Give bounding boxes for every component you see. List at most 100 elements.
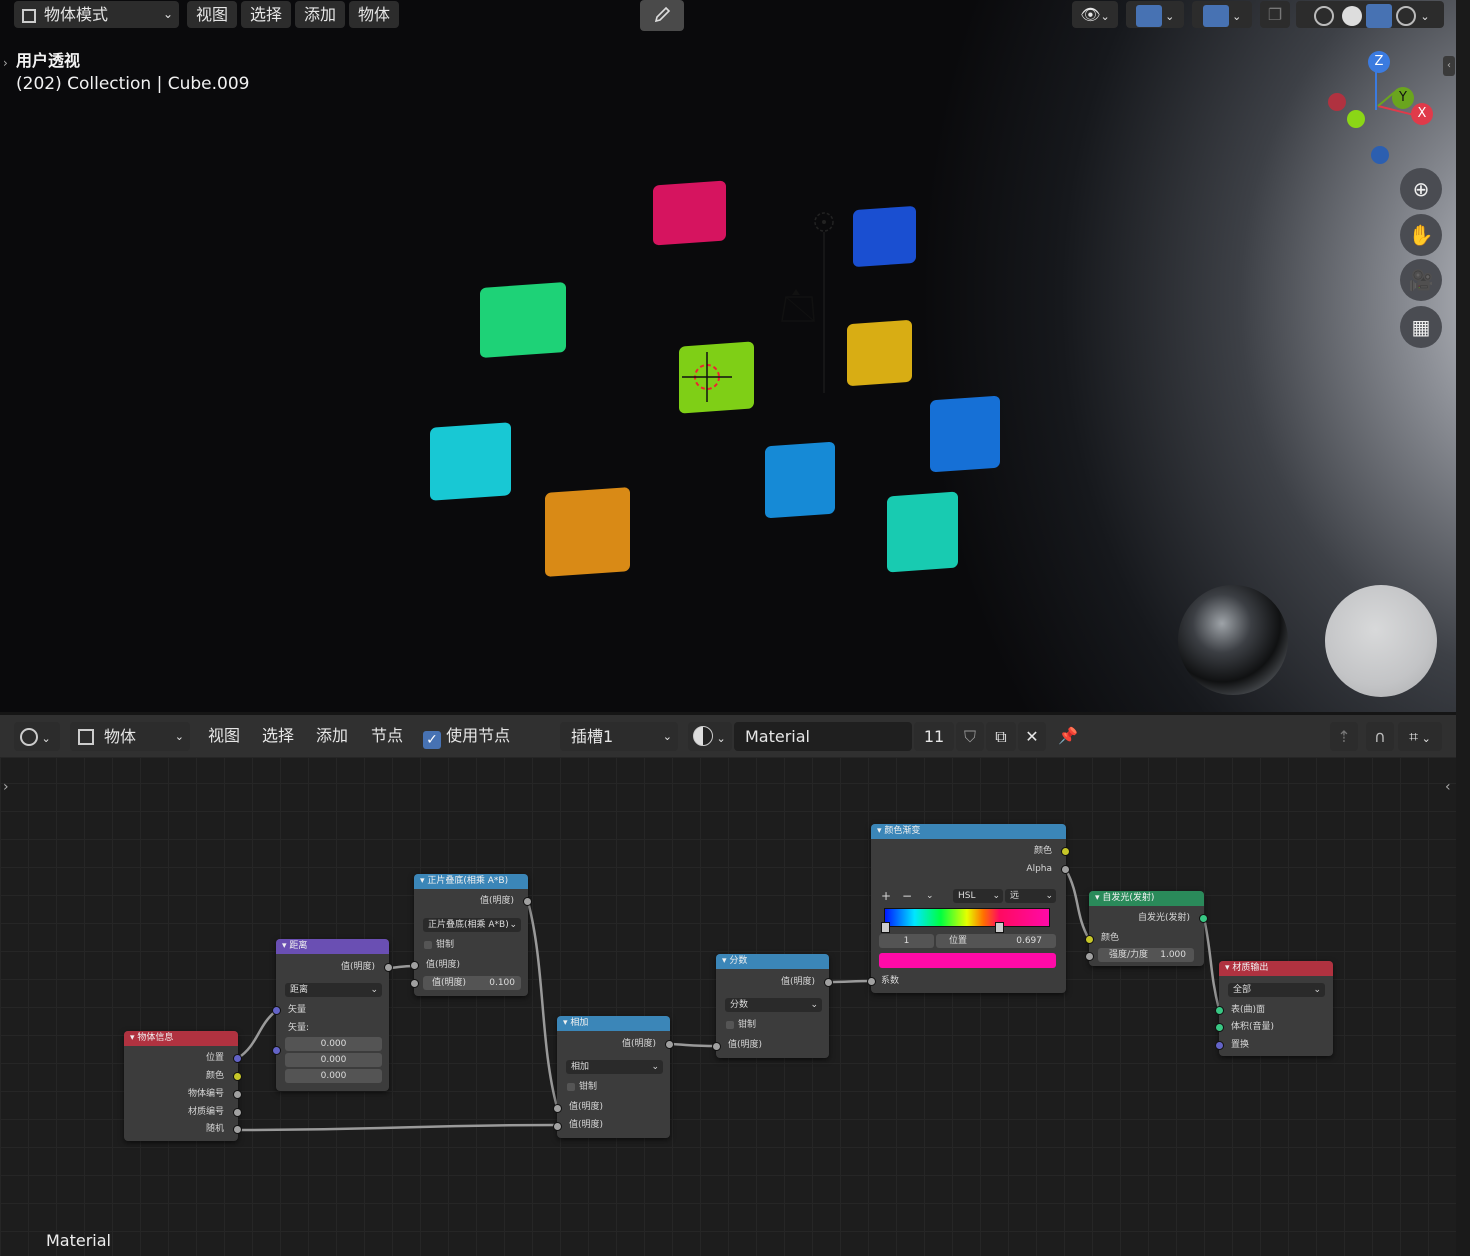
clamp-checkbox[interactable] (567, 1083, 575, 1091)
camera-view-button[interactable]: 🎥 (1400, 259, 1442, 301)
ramp-menu-chevron-icon[interactable]: ⌄ (926, 889, 934, 903)
vector-z-field[interactable]: 0.000 (285, 1069, 382, 1083)
node-header[interactable]: ▾ 分数 (716, 954, 829, 969)
input-socket[interactable] (410, 979, 419, 988)
node-header[interactable]: ▾ 材质输出 (1219, 961, 1333, 976)
output-socket[interactable] (233, 1072, 242, 1081)
cube-teal[interactable] (887, 491, 958, 573)
node-header[interactable]: ▾ 正片叠底(相乘 A*B) (414, 874, 528, 889)
output-socket[interactable] (233, 1054, 242, 1063)
input-socket[interactable] (553, 1104, 562, 1113)
output-socket[interactable] (824, 978, 833, 987)
gizmo-neg-z-axis[interactable] (1371, 146, 1389, 164)
node-header[interactable]: ▾ 相加 (557, 1016, 670, 1031)
target-dropdown[interactable]: 全部 ⌄ (1228, 983, 1325, 997)
vector-x-field[interactable]: 0.000 (285, 1037, 382, 1051)
operation-dropdown[interactable]: 相加 ⌄ (566, 1060, 663, 1074)
gizmo-x-axis[interactable]: X (1411, 103, 1433, 125)
operation-dropdown[interactable]: 距离 ⌄ (285, 983, 382, 997)
color-ramp-gradient[interactable] (884, 908, 1050, 927)
input-socket[interactable] (867, 977, 876, 986)
ortho-toggle-button[interactable]: ▦ (1400, 306, 1442, 348)
input-socket[interactable] (272, 1006, 281, 1015)
operation-dropdown[interactable]: 分数 ⌄ (725, 998, 822, 1012)
menu-object[interactable]: 物体 (349, 1, 399, 28)
3d-viewport[interactable]: 物体模式 ⌄ 视图 选择 添加 物体 👁⌄ ⌄ ⌄ ❐ ⌄ › 用户透视 (202… (0, 0, 1456, 712)
add-stop-button[interactable]: + (881, 889, 891, 903)
node-header[interactable]: ▾ 物体信息 (124, 1031, 238, 1046)
stop-position-field[interactable]: 位置 0.697 (936, 934, 1056, 948)
cube-azure[interactable] (930, 395, 1000, 473)
node-multiply[interactable]: ▾ 正片叠底(相乘 A*B) 值(明度) 正片叠底(相乘 A*B) ⌄ 钳制 值(… (410, 874, 532, 996)
gizmo-neg-y-axis[interactable] (1347, 110, 1365, 128)
gizmo-dropdown[interactable]: ⌄ (1126, 1, 1184, 28)
input-socket[interactable] (553, 1122, 562, 1131)
node-add[interactable]: ▾ 相加 值(明度) 相加 ⌄ 钳制 值(明度) 值(明度) (553, 1016, 674, 1138)
cube-cyan[interactable] (430, 422, 511, 501)
output-socket[interactable] (1061, 865, 1070, 874)
rendered-shading-icon[interactable] (1396, 5, 1417, 26)
menu-select[interactable]: 选择 (241, 1, 291, 28)
wireframe-shading-icon[interactable] (1314, 5, 1335, 26)
pan-button[interactable]: ✋ (1400, 214, 1442, 256)
vector-y-field[interactable]: 0.000 (285, 1053, 382, 1067)
node-material-output[interactable]: ▾ 材质输出 全部 ⌄ 表(曲)面 体积(音量) 置换 (1215, 961, 1333, 1056)
menu-view[interactable]: 视图 (187, 1, 237, 28)
chevron-right-icon[interactable]: › (3, 56, 8, 70)
output-socket[interactable] (233, 1125, 242, 1134)
node-fraction[interactable]: ▾ 分数 值(明度) 分数 ⌄ 钳制 值(明度) (712, 954, 833, 1058)
node-editor[interactable]: ⌄ 物体 ⌄ 视图 选择 添加 节点 ✓ 使用节点 插槽1 ⌄ ⌄ Material… (0, 715, 1456, 1256)
material-shading-icon[interactable] (1366, 3, 1393, 28)
input-socket[interactable] (410, 961, 419, 970)
value-field[interactable]: 值(明度) 0.100 (423, 976, 521, 990)
input-socket[interactable] (1215, 1023, 1224, 1032)
node-header[interactable]: ▾ 自发光(发射) (1089, 891, 1204, 906)
node-distance[interactable]: ▾ 距离 值(明度) 距离 ⌄ 矢量 矢量: 0.000 0.000 0.000 (272, 939, 393, 1091)
output-socket[interactable] (384, 963, 393, 972)
gizmo-neg-x-axis[interactable] (1328, 93, 1346, 111)
cube-yellow[interactable] (847, 319, 912, 387)
clamp-checkbox[interactable] (726, 1021, 734, 1029)
input-socket[interactable] (712, 1042, 721, 1051)
input-socket[interactable] (1085, 935, 1094, 944)
eyedropper-button[interactable] (640, 0, 684, 31)
input-socket[interactable] (272, 1046, 281, 1055)
output-socket[interactable] (233, 1108, 242, 1117)
sidebar-toggle[interactable]: ‹ (1443, 56, 1455, 76)
cube-orange[interactable] (545, 487, 630, 577)
visibility-dropdown[interactable]: 👁⌄ (1072, 1, 1118, 28)
cube-blue[interactable] (853, 205, 916, 268)
cube-red[interactable] (653, 180, 726, 246)
output-socket[interactable] (233, 1090, 242, 1099)
cube-green[interactable] (480, 281, 566, 359)
output-socket[interactable] (523, 897, 532, 906)
operation-dropdown[interactable]: 正片叠底(相乘 A*B) ⌄ (423, 918, 521, 932)
color-mode-dropdown[interactable]: HSL ⌄ (953, 889, 1003, 903)
hue-interp-dropdown[interactable]: 远 ⌄ (1005, 889, 1056, 903)
solid-shading-icon[interactable] (1342, 5, 1363, 26)
output-socket[interactable] (1199, 914, 1208, 923)
clamp-checkbox[interactable] (424, 941, 432, 949)
cube-sky[interactable] (765, 441, 835, 519)
stop-color-swatch[interactable] (879, 953, 1056, 968)
input-socket[interactable] (1215, 1006, 1224, 1015)
output-socket[interactable] (665, 1040, 674, 1049)
gizmo-z-axis[interactable]: Z (1368, 51, 1390, 73)
node-color-ramp[interactable]: ▾ 颜色渐变 颜色 Alpha + − ⌄ HSL ⌄ 远 ⌄ 1 位置 0.697 … (867, 824, 1070, 993)
zoom-button[interactable]: ⊕ (1400, 168, 1442, 210)
strength-field[interactable]: 强度/力度 1.000 (1098, 948, 1194, 962)
remove-stop-button[interactable]: − (902, 889, 912, 903)
stop-index-field[interactable]: 1 (879, 934, 934, 948)
output-socket[interactable] (1061, 847, 1070, 856)
camera-object-icon[interactable] (778, 287, 820, 325)
xray-toggle[interactable]: ❐ (1260, 1, 1290, 28)
gizmo-y-axis[interactable]: Y (1392, 87, 1414, 109)
node-header[interactable]: ▾ 颜色渐变 (871, 824, 1066, 839)
menu-add[interactable]: 添加 (295, 1, 345, 28)
node-object-info[interactable]: ▾ 物体信息 位置 颜色 物体编号 材质编号 随机 (124, 1031, 242, 1141)
overlay-dropdown[interactable]: ⌄ (1192, 1, 1252, 28)
mode-dropdown[interactable]: 物体模式 ⌄ (14, 1, 179, 28)
color-stop-handle[interactable] (881, 922, 890, 933)
node-emission[interactable]: ▾ 自发光(发射) 自发光(发射) 颜色 强度/力度 1.000 (1085, 891, 1208, 966)
input-socket[interactable] (1215, 1041, 1224, 1050)
